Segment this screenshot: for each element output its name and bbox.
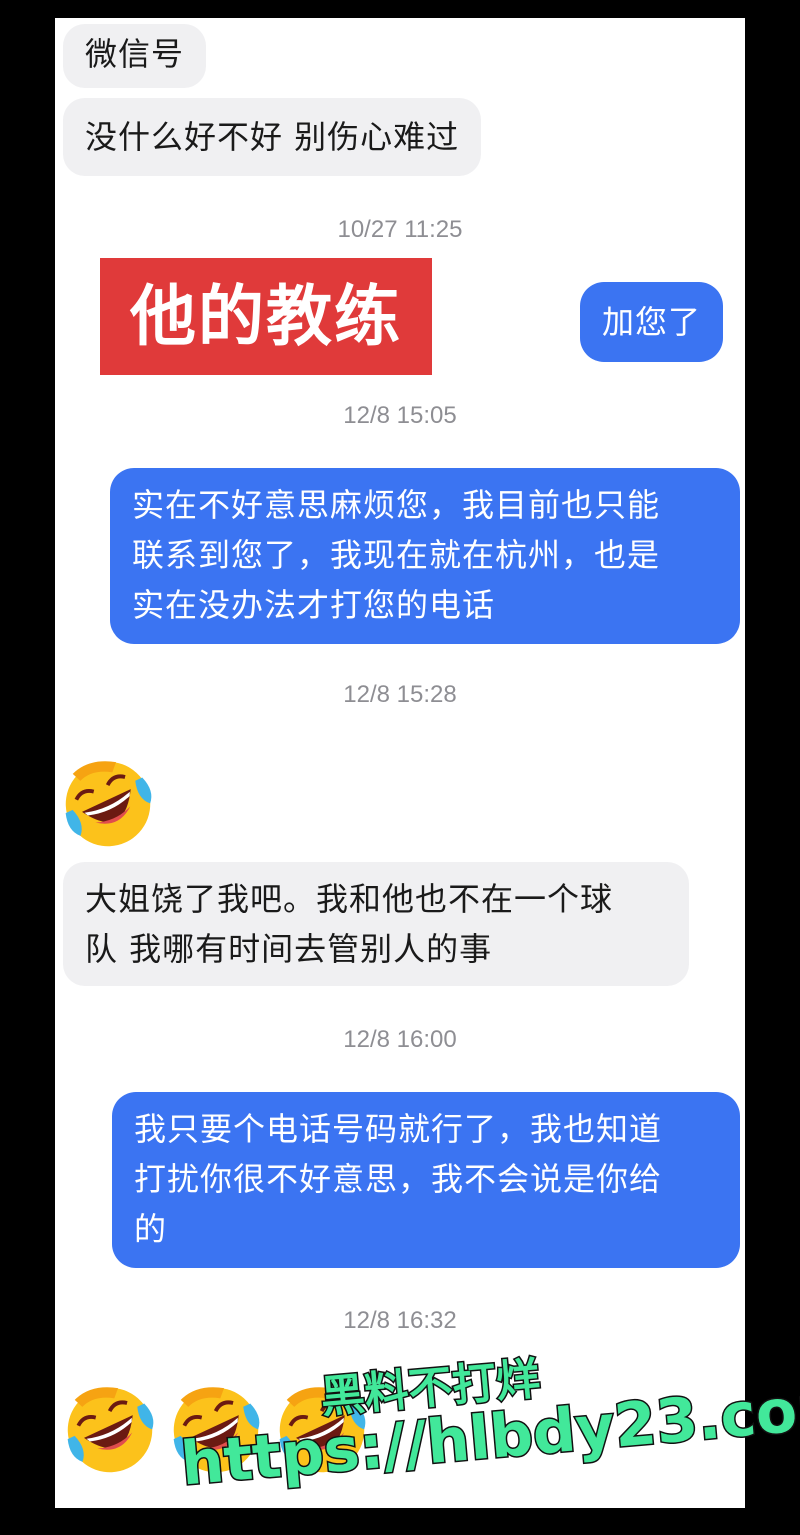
message-text-line: 我只要个电话号码就行了，我也知道 xyxy=(134,1110,663,1148)
message-timestamp: 10/27 11:25 xyxy=(337,216,463,243)
message-text-line: 的 xyxy=(134,1210,168,1248)
message-text-line: 队 我哪有时间去管别人的事 xyxy=(85,930,493,968)
message-text-line: 实在不好意思麻烦您，我目前也只能 xyxy=(132,486,661,524)
message-text-line: 大姐饶了我吧。我和他也不在一个球 xyxy=(85,880,614,918)
message-timestamp: 12/8 15:28 xyxy=(343,681,457,708)
message-timestamp: 12/8 15:05 xyxy=(343,402,457,429)
message-bubble-outgoing[interactable]: 加您了 xyxy=(580,282,724,362)
message-bubble-incoming[interactable]: 没什么好不好 别伤心难过 xyxy=(63,98,482,176)
message-bubble-incoming[interactable]: 大姐饶了我吧。我和他也不在一个球 队 我哪有时间去管别人的事 xyxy=(63,862,689,986)
rolling-on-floor-laughing-emoji[interactable] xyxy=(60,756,156,852)
overlay-label: 他的教练 xyxy=(100,258,432,375)
chat-screen: 微信号 没什么好不好 别伤心难过 10/27 11:25 加您了 他的教练 12… xyxy=(55,18,745,1508)
message-bubble-incoming[interactable]: 微信号 xyxy=(63,24,207,88)
message-bubble-outgoing[interactable]: 我只要个电话号码就行了，我也知道 打扰你很不好意思，我不会说是你给 的 xyxy=(112,1092,740,1268)
message-timestamp: 12/8 16:32 xyxy=(343,1307,457,1334)
message-text-line: 实在没办法才打您的电话 xyxy=(132,586,496,624)
message-text: 加您了 xyxy=(602,303,702,341)
message-text: 没什么好不好 别伤心难过 xyxy=(85,118,460,156)
message-bubble-outgoing[interactable]: 实在不好意思麻烦您，我目前也只能 联系到您了，我现在就在杭州，也是 实在没办法才… xyxy=(110,468,740,644)
message-text: 微信号 xyxy=(85,35,185,73)
rolling-on-floor-laughing-emoji[interactable] xyxy=(62,1382,158,1478)
message-text-line: 联系到您了，我现在就在杭州，也是 xyxy=(132,536,661,574)
message-text-line: 打扰你很不好意思，我不会说是你给 xyxy=(134,1160,663,1198)
message-timestamp: 12/8 16:00 xyxy=(343,1026,457,1053)
